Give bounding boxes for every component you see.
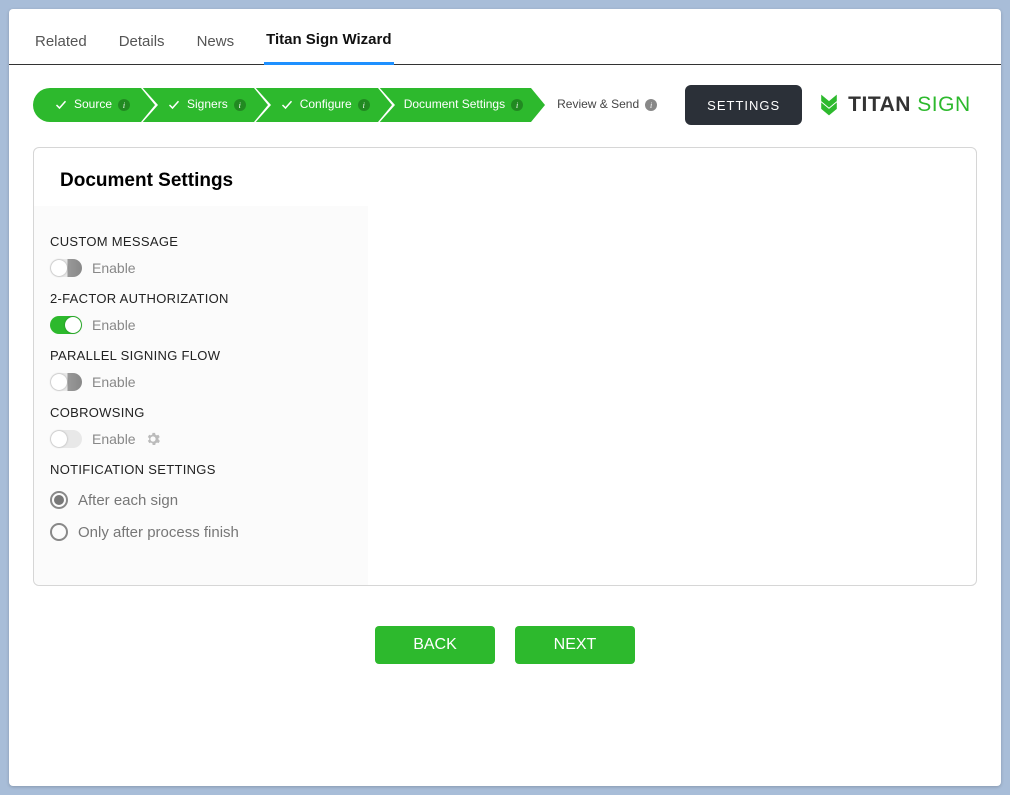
- titan-logo-icon: [816, 92, 842, 118]
- panel-title: Document Settings: [34, 148, 976, 206]
- parallel-heading: PARALLEL SIGNING FLOW: [50, 348, 352, 363]
- notification-heading: NOTIFICATION SETTINGS: [50, 462, 352, 477]
- cobrowsing-label: Enable: [92, 431, 136, 447]
- radio-icon: [50, 491, 68, 509]
- page-tabs: Related Details News Titan Sign Wizard: [9, 9, 1001, 65]
- parallel-toggle[interactable]: [50, 373, 82, 391]
- brand-text: TITAN SIGN: [848, 93, 970, 117]
- two-factor-label: Enable: [92, 317, 136, 333]
- step-label: Document Settings: [404, 98, 505, 111]
- custom-message-label: Enable: [92, 260, 136, 276]
- document-settings-panel: Document Settings CUSTOM MESSAGE Enable …: [33, 147, 977, 586]
- notification-radio-finish[interactable]: Only after process finish: [50, 523, 352, 541]
- brand-sign: SIGN: [911, 93, 971, 116]
- settings-column: CUSTOM MESSAGE Enable 2-FACTOR AUTHORIZA…: [34, 206, 368, 585]
- wizard-steps: Source i Signers i Configure i Document …: [33, 88, 665, 122]
- parallel-label: Enable: [92, 374, 136, 390]
- brand-titan: TITAN: [848, 93, 911, 116]
- info-icon: i: [645, 99, 657, 111]
- step-label: Signers: [187, 98, 228, 111]
- info-icon: i: [511, 99, 523, 111]
- back-button[interactable]: BACK: [375, 626, 495, 664]
- tab-news[interactable]: News: [195, 33, 237, 64]
- radio-icon: [50, 523, 68, 541]
- step-review-send[interactable]: Review & Send i: [531, 88, 665, 122]
- custom-message-toggle[interactable]: [50, 259, 82, 277]
- progress-row: Source i Signers i Configure i Document …: [33, 83, 977, 127]
- step-label: Review & Send: [557, 98, 639, 111]
- info-icon: i: [118, 99, 130, 111]
- two-factor-toggle[interactable]: [50, 316, 82, 334]
- app-window: Related Details News Titan Sign Wizard S…: [9, 9, 1001, 786]
- custom-message-heading: CUSTOM MESSAGE: [50, 234, 352, 249]
- info-icon: i: [358, 99, 370, 111]
- check-icon: [54, 98, 68, 112]
- next-button[interactable]: NEXT: [515, 626, 635, 664]
- cobrowsing-toggle[interactable]: [50, 430, 82, 448]
- notification-radio-each[interactable]: After each sign: [50, 491, 352, 509]
- step-label: Configure: [300, 98, 352, 111]
- check-icon: [280, 98, 294, 112]
- check-icon: [167, 98, 181, 112]
- settings-button[interactable]: SETTINGS: [685, 85, 802, 125]
- tab-titan-sign-wizard[interactable]: Titan Sign Wizard: [264, 31, 393, 65]
- cobrowsing-heading: COBROWSING: [50, 405, 352, 420]
- brand-logo: TITAN SIGN: [816, 92, 970, 118]
- step-source[interactable]: Source i: [33, 88, 141, 122]
- gear-icon[interactable]: [146, 432, 160, 446]
- step-configure[interactable]: Configure i: [254, 88, 378, 122]
- tab-details[interactable]: Details: [117, 33, 167, 64]
- footer-buttons: BACK NEXT: [33, 626, 977, 664]
- radio-label: Only after process finish: [78, 524, 239, 541]
- radio-label: After each sign: [78, 492, 178, 509]
- info-icon: i: [234, 99, 246, 111]
- content-scroll[interactable]: Source i Signers i Configure i Document …: [9, 65, 1001, 786]
- step-label: Source: [74, 98, 112, 111]
- step-document-settings[interactable]: Document Settings i: [378, 88, 531, 122]
- two-factor-heading: 2-FACTOR AUTHORIZATION: [50, 291, 352, 306]
- tab-related[interactable]: Related: [33, 33, 89, 64]
